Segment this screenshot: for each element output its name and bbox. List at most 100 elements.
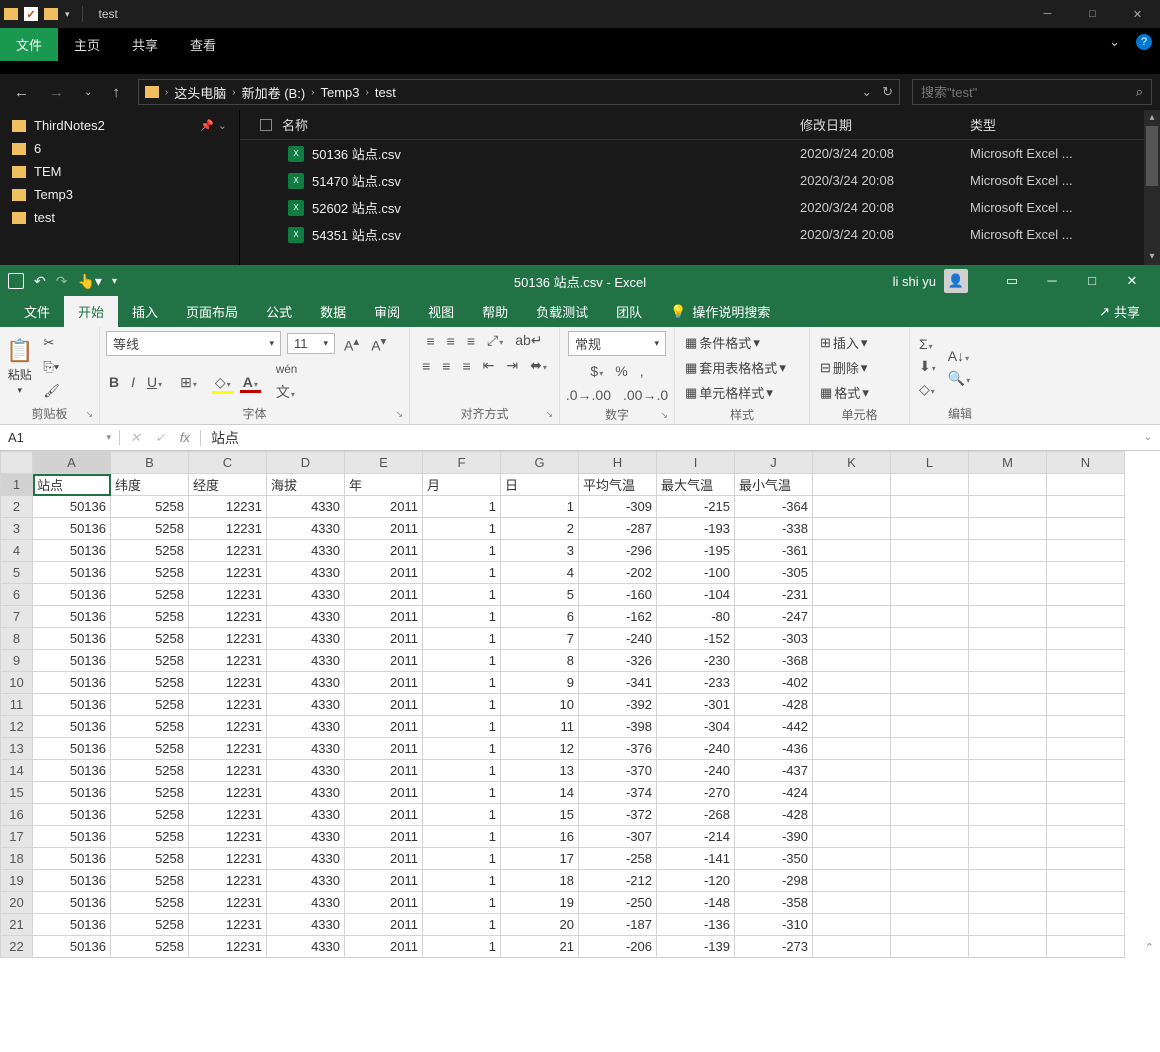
cell[interactable]: -428 [735,694,813,716]
cell[interactable]: -390 [735,826,813,848]
column-header[interactable]: N [1047,452,1125,474]
cell[interactable]: 12231 [189,540,267,562]
cell[interactable]: 2011 [345,738,423,760]
cell[interactable]: 50136 [33,738,111,760]
cell[interactable]: -136 [657,914,735,936]
ribbon-tab[interactable]: 插入 [118,296,172,327]
row-header[interactable]: 22 [1,936,33,958]
close-button[interactable]: ✕ [1115,0,1160,28]
cell[interactable]: 4330 [267,716,345,738]
cell[interactable]: 5258 [111,606,189,628]
cell[interactable]: 1 [423,694,501,716]
cell[interactable] [969,738,1047,760]
cell[interactable] [1047,782,1125,804]
ribbon-tab[interactable]: 页面布局 [172,296,252,327]
cell[interactable]: 5258 [111,760,189,782]
collapse-ribbon-icon[interactable]: ⌃ [1145,941,1154,954]
cell[interactable]: 21 [501,936,579,958]
column-header[interactable]: C [189,452,267,474]
cell[interactable]: -250 [579,892,657,914]
cell[interactable] [813,782,891,804]
cell[interactable] [969,474,1047,496]
cell[interactable]: 12231 [189,826,267,848]
cell[interactable] [969,892,1047,914]
cell[interactable]: 2011 [345,628,423,650]
minimize-button[interactable]: ─ [1032,273,1072,289]
cell[interactable]: 2011 [345,584,423,606]
cell[interactable]: 2011 [345,914,423,936]
row-header[interactable]: 2 [1,496,33,518]
cell[interactable]: -376 [579,738,657,760]
cell[interactable]: -358 [735,892,813,914]
cell[interactable]: 4330 [267,496,345,518]
cell[interactable]: -436 [735,738,813,760]
cell[interactable]: 50136 [33,584,111,606]
cell[interactable] [813,848,891,870]
cell[interactable]: 5258 [111,518,189,540]
cell[interactable]: 6 [501,606,579,628]
column-header[interactable]: J [735,452,813,474]
cell[interactable] [969,628,1047,650]
cell[interactable] [891,650,969,672]
cell[interactable] [969,694,1047,716]
cell[interactable] [969,562,1047,584]
cell[interactable]: -202 [579,562,657,584]
cell[interactable]: 1 [423,562,501,584]
fill-icon[interactable]: ⬇▾ [916,357,939,376]
name-box[interactable]: A1▾ [0,430,120,445]
cell[interactable]: 50136 [33,760,111,782]
cell[interactable] [1047,804,1125,826]
cell[interactable] [891,760,969,782]
cell[interactable]: -437 [735,760,813,782]
cell[interactable] [1047,474,1125,496]
cell[interactable]: 5258 [111,584,189,606]
cell[interactable]: 日 [501,474,579,496]
cell[interactable] [891,914,969,936]
cell[interactable]: 5258 [111,804,189,826]
avatar[interactable]: 👤 [944,269,968,293]
cell[interactable]: 7 [501,628,579,650]
cell[interactable]: -162 [579,606,657,628]
cell[interactable] [891,892,969,914]
cell[interactable]: 12231 [189,848,267,870]
row-header[interactable]: 12 [1,716,33,738]
cell[interactable]: -187 [579,914,657,936]
column-header[interactable]: E [345,452,423,474]
cell[interactable] [891,518,969,540]
cell[interactable] [1047,892,1125,914]
col-date[interactable]: 修改日期 [800,115,970,134]
redo-icon[interactable]: ↷ [56,273,68,290]
ribbon-tab[interactable]: 文件 [10,296,64,327]
cell[interactable]: -233 [657,672,735,694]
fill-color-button[interactable]: ◇▾ [212,373,234,392]
cell[interactable]: 50136 [33,870,111,892]
cell[interactable]: 5258 [111,562,189,584]
cell[interactable] [813,518,891,540]
cell[interactable]: 12231 [189,584,267,606]
column-header[interactable]: F [423,452,501,474]
cell[interactable] [891,826,969,848]
cell[interactable]: 1 [501,496,579,518]
cell[interactable] [891,672,969,694]
row-header[interactable]: 13 [1,738,33,760]
cell[interactable]: 1 [423,782,501,804]
cell[interactable]: -152 [657,628,735,650]
cell[interactable]: 月 [423,474,501,496]
refresh-icon[interactable]: ↻ [882,84,893,100]
cell[interactable]: 12231 [189,562,267,584]
cell[interactable]: 1 [423,496,501,518]
cell[interactable]: -303 [735,628,813,650]
scrollbar[interactable]: ▴ ▾ [1144,110,1160,265]
cell[interactable]: 50136 [33,496,111,518]
breadcrumb[interactable]: › 这头电脑 › 新加卷 (B:) › Temp3 › test ⌄ ↻ [138,79,900,105]
cell[interactable]: 2011 [345,606,423,628]
cell[interactable] [813,870,891,892]
cell[interactable]: -247 [735,606,813,628]
cell[interactable] [1047,760,1125,782]
qat-dropdown-icon[interactable]: ▾ [65,9,70,20]
cell[interactable]: 2011 [345,782,423,804]
excel-titlebar[interactable]: ↶ ↷ 👆▾ ▾ 50136 站点.csv - Excel li shi yu … [0,265,1160,297]
cell[interactable]: -309 [579,496,657,518]
cell[interactable]: 12231 [189,914,267,936]
cell[interactable]: -296 [579,540,657,562]
